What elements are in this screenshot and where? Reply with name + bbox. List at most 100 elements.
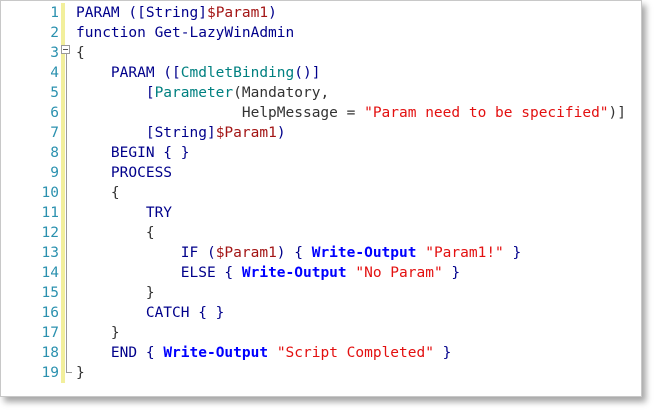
code-line[interactable]: 8 BEGIN { } xyxy=(1,143,641,163)
code-token: } xyxy=(76,285,155,301)
code-token: } xyxy=(76,325,120,341)
line-code: [Parameter(Mandatory, xyxy=(76,83,329,103)
code-token: CmdletBinding xyxy=(180,65,295,81)
code-token: "Script Completed" xyxy=(276,345,434,361)
line-number: 16 xyxy=(41,305,59,321)
line-code: CATCH { } xyxy=(76,303,225,323)
code-token: ] xyxy=(198,5,207,21)
line-number: 19 xyxy=(41,365,59,381)
line-number: 8 xyxy=(50,145,59,161)
line-number: 6 xyxy=(50,105,59,121)
line-code: { xyxy=(76,43,85,63)
line-number: 17 xyxy=(41,325,59,341)
line-number: 9 xyxy=(50,165,59,181)
code-line[interactable]: 19} xyxy=(1,363,641,383)
line-code: } xyxy=(76,363,85,383)
code-line[interactable]: 10 { xyxy=(1,183,641,203)
code-token: function Get-LazyWinAdmin xyxy=(76,25,295,41)
code-token: [ xyxy=(76,125,155,141)
code-line[interactable]: 3{ xyxy=(1,43,641,63)
code-token: String xyxy=(154,125,207,141)
line-code: PARAM ([String]$Param1) xyxy=(76,3,277,23)
line-code: BEGIN { } xyxy=(76,143,190,163)
code-token: $Param1 xyxy=(206,5,269,21)
line-number: 7 xyxy=(50,125,59,141)
line-code: } xyxy=(76,323,120,343)
code-token: } xyxy=(442,265,461,281)
code-token: (Mandatory, xyxy=(233,85,330,101)
code-token: PARAM ([ xyxy=(76,65,181,81)
line-code: TRY xyxy=(76,203,172,223)
code-token: ()] xyxy=(294,65,321,81)
line-code: IF ($Param1) { Write-Output "Param1!" } xyxy=(76,243,522,263)
code-line[interactable]: 18 END { Write-Output "Script Completed"… xyxy=(1,343,641,363)
line-code: PARAM ([CmdletBinding()] xyxy=(76,63,321,83)
code-token: IF ( xyxy=(76,245,216,261)
code-token: TRY xyxy=(76,205,173,221)
code-token: Write-Output xyxy=(241,265,347,281)
line-code: ELSE { Write-Output "No Param" } xyxy=(76,263,460,283)
code-line[interactable]: 12 { xyxy=(1,223,641,243)
line-number: 3 xyxy=(50,45,59,61)
line-code: { xyxy=(76,223,155,243)
code-line[interactable]: 13 IF ($Param1) { Write-Output "Param1!"… xyxy=(1,243,641,263)
code-line[interactable]: 11 TRY xyxy=(1,203,641,223)
code-token: ) xyxy=(268,5,277,21)
code-line[interactable]: 6 HelpMessage = "Param need to be specif… xyxy=(1,103,641,123)
line-number: 5 xyxy=(50,85,59,101)
code-token: ) { xyxy=(276,245,312,261)
code-line[interactable]: 1 PARAM ([String]$Param1) xyxy=(1,3,641,23)
line-number: 10 xyxy=(41,185,59,201)
code-token: } xyxy=(503,245,522,261)
code-token: BEGIN { } xyxy=(76,145,190,161)
line-number: 12 xyxy=(41,225,59,241)
code-token: { xyxy=(76,45,85,61)
code-token: { xyxy=(76,225,155,241)
line-code: END { Write-Output "Script Completed" } xyxy=(76,343,452,363)
code-token: END { xyxy=(76,345,164,361)
line-code: } xyxy=(76,283,155,303)
line-code: { xyxy=(76,183,120,203)
code-token: "No Param" xyxy=(355,265,443,281)
line-number: 15 xyxy=(41,285,59,301)
line-number: 2 xyxy=(50,25,59,41)
line-number: 18 xyxy=(41,345,59,361)
code-token: String xyxy=(145,5,199,21)
line-number: 11 xyxy=(41,205,59,221)
code-token: ] xyxy=(206,125,216,141)
code-line[interactable]: 5 [Parameter(Mandatory, xyxy=(1,83,641,103)
code-token: $Param1 xyxy=(215,245,277,261)
code-line[interactable]: 2 function Get-LazyWinAdmin xyxy=(1,23,641,43)
code-token: { xyxy=(76,185,120,201)
code-token: "Param1!" xyxy=(425,245,504,261)
code-line[interactable]: 17 } xyxy=(1,323,641,343)
line-code: PROCESS xyxy=(76,163,172,183)
code-token: [ xyxy=(76,85,155,101)
code-line[interactable]: 14 ELSE { Write-Output "No Param" } xyxy=(1,263,641,283)
code-token: } xyxy=(433,345,452,361)
code-editor[interactable]: 1 PARAM ([String]$Param1) 2 function Get-La… xyxy=(0,0,642,397)
code-line[interactable]: 9 PROCESS xyxy=(1,163,641,183)
line-number: 4 xyxy=(50,65,59,81)
line-number: 14 xyxy=(41,265,59,281)
line-number: 1 xyxy=(50,5,59,21)
code-token: )] xyxy=(608,105,626,121)
code-line[interactable]: 16 CATCH { } xyxy=(1,303,641,323)
line-number: 13 xyxy=(41,245,59,261)
code-token: Write-Output xyxy=(311,245,417,261)
line-code: function Get-LazyWinAdmin xyxy=(76,23,294,43)
code-line[interactable]: 4 PARAM ([CmdletBinding()] xyxy=(1,63,641,83)
code-token: ) xyxy=(276,125,286,141)
code-token: ELSE { xyxy=(76,265,242,281)
code-line[interactable]: 15 } xyxy=(1,283,641,303)
code-token: Write-Output xyxy=(163,345,269,361)
code-token: CATCH { } xyxy=(76,305,225,321)
line-code: [String]$Param1) xyxy=(76,123,286,143)
line-code: HelpMessage = "Param need to be specifie… xyxy=(76,103,626,123)
code-token: "Param need to be specified" xyxy=(364,105,609,121)
code-token: Parameter xyxy=(154,85,234,101)
code-line[interactable]: 7 [String]$Param1) xyxy=(1,123,641,143)
